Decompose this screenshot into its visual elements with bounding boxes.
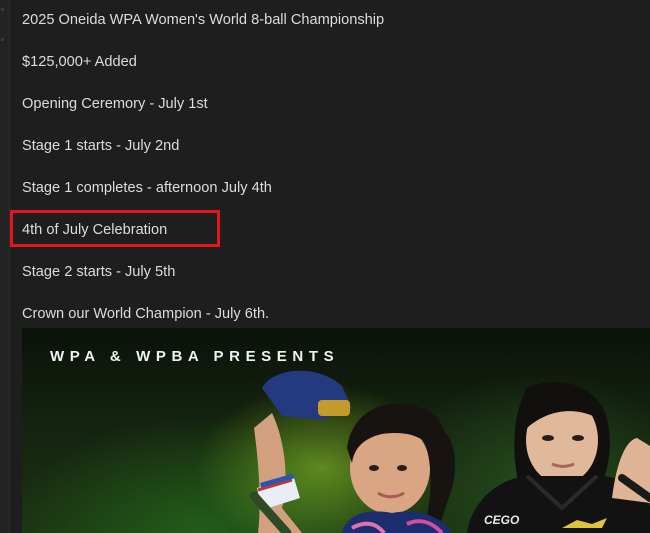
right-player-figure: CEGO (467, 381, 650, 533)
post-line-stage2-start: Stage 2 starts - July 5th (22, 264, 176, 280)
post-line-stage1-start: Stage 1 starts - July 2nd (22, 138, 180, 154)
post-line-title: 2025 Oneida WPA Women's World 8-ball Cha… (22, 12, 385, 28)
post-line-prize: $125,000+ Added (22, 54, 137, 70)
post-line-final: Crown our World Champion - July 6th. (22, 306, 270, 322)
post-line-stage1-end: Stage 1 completes - afternoon July 4th (22, 180, 272, 196)
left-gutter (0, 0, 10, 533)
players-photo: CEGO (249, 370, 650, 533)
event-poster-image[interactable]: WPA & WPBA PRESENTS CEGO (22, 328, 650, 533)
left-player-figure (249, 370, 456, 533)
post-line-opening: Opening Ceremory - July 1st (22, 96, 208, 112)
sponsor-logo-text: CEGO (484, 513, 520, 527)
highlight-box (10, 210, 220, 247)
